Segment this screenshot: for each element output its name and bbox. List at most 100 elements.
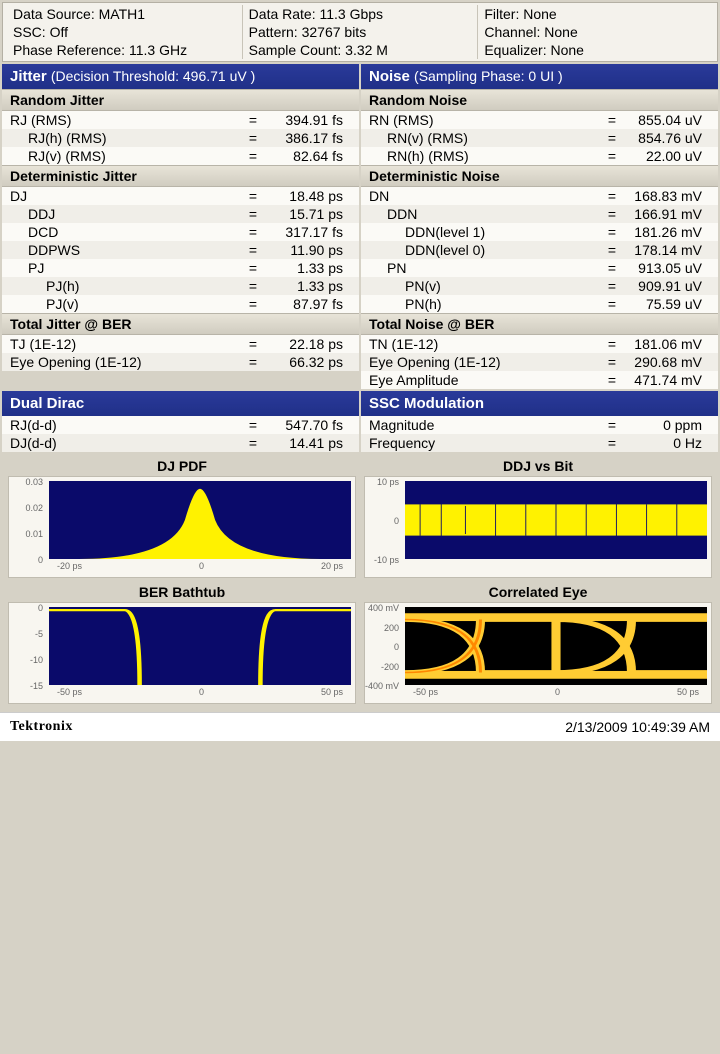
table-row: RN(h) (RMS)=22.00 uV [361,147,718,165]
label: Sample Count: [249,42,342,58]
value: None [544,24,577,40]
metric-label: PJ(h) [10,278,243,294]
metric-label: PN [369,260,602,276]
equals-sign: = [602,224,622,240]
equals-sign: = [243,224,263,240]
metric-value: 394.91 fs [263,112,351,128]
metric-label: Eye Amplitude [369,372,602,388]
metric-label: DDN(level 1) [369,224,602,240]
noise-header: Noise (Sampling Phase: 0 UI ) [361,64,718,89]
value: 3.32 M [345,42,388,58]
table-row: TJ (1E-12)=22.18 ps [2,335,359,353]
chart-title-djpdf: DJ PDF [8,456,356,476]
table-row: RJ(h) (RMS)=386.17 fs [2,129,359,147]
value: 11.3 GHz [129,42,187,58]
metric-value: 0 ppm [622,417,710,433]
table-row: PN=913.05 uV [361,259,718,277]
label: Pattern: [249,24,298,40]
value: 11.3 Gbps [320,6,384,22]
metric-label: Magnitude [369,417,602,433]
metric-label: RJ (RMS) [10,112,243,128]
equals-sign: = [602,336,622,352]
label: Equalizer: [484,42,546,58]
total-noise-header: Total Noise @ BER [361,313,718,335]
table-row: RN(v) (RMS)=854.76 uV [361,129,718,147]
jitter-header: Jitter (Decision Threshold: 496.71 uV ) [2,64,359,89]
equals-sign: = [602,354,622,370]
metric-value: 913.05 uV [622,260,710,276]
metric-label: DJ [10,188,243,204]
metric-value: 386.17 fs [263,130,351,146]
metric-value: 855.04 uV [622,112,710,128]
metric-label: RN (RMS) [369,112,602,128]
equals-sign: = [243,130,263,146]
equals-sign: = [602,112,622,128]
table-row: DDPWS=11.90 ps [2,241,359,259]
metric-value: 181.06 mV [622,336,710,352]
metric-label: DCD [10,224,243,240]
table-row: PN(h)=75.59 uV [361,295,718,313]
equals-sign: = [602,296,622,312]
table-row: Magnitude=0 ppm [361,416,718,434]
value: None [551,42,584,58]
table-row: DDJ=15.71 ps [2,205,359,223]
equals-sign: = [243,206,263,222]
metric-value: 11.90 ps [263,242,351,258]
metric-value: 317.17 fs [263,224,351,240]
chart-eye: 400 mV2000-200-400 mV -50 ps050 ps [364,602,712,704]
equals-sign: = [243,278,263,294]
metric-value: 82.64 fs [263,148,351,164]
metric-label: RN(h) (RMS) [369,148,602,164]
table-row: DJ=18.48 ps [2,187,359,205]
metric-label: RJ(h) (RMS) [10,130,243,146]
metric-value: 22.18 ps [263,336,351,352]
equals-sign: = [243,435,263,451]
metric-value: 290.68 mV [622,354,710,370]
metric-value: 15.71 ps [263,206,351,222]
metric-value: 181.26 mV [622,224,710,240]
metric-value: 75.59 uV [622,296,710,312]
metric-label: DJ(d-d) [10,435,243,451]
chart-title-bathtub: BER Bathtub [8,582,356,602]
deterministic-jitter-header: Deterministic Jitter [2,165,359,187]
label: Filter: [484,6,519,22]
equals-sign: = [602,188,622,204]
metric-value: 547.70 fs [263,417,351,433]
metric-label: PN(v) [369,278,602,294]
equals-sign: = [243,354,263,370]
table-row: Eye Opening (1E-12)=66.32 ps [2,353,359,371]
value: Off [50,24,68,40]
table-row: RJ(v) (RMS)=82.64 fs [2,147,359,165]
brand-logo: Tektronix [10,719,73,735]
table-row: RN (RMS)=855.04 uV [361,111,718,129]
metric-value: 22.00 uV [622,148,710,164]
table-row: Eye Opening (1E-12)=290.68 mV [361,353,718,371]
equals-sign: = [602,278,622,294]
equals-sign: = [602,206,622,222]
metric-value: 14.41 ps [263,435,351,451]
label: Data Source: [13,6,95,22]
label: Data Rate: [249,6,316,22]
metric-value: 909.91 uV [622,278,710,294]
table-row: DDN(level 0)=178.14 mV [361,241,718,259]
equals-sign: = [243,112,263,128]
metric-label: Frequency [369,435,602,451]
metric-label: Eye Opening (1E-12) [369,354,602,370]
table-row: DJ(d-d)=14.41 ps [2,434,359,452]
metric-label: PJ [10,260,243,276]
metric-label: PN(h) [369,296,602,312]
random-noise-header: Random Noise [361,89,718,111]
metric-value: 18.48 ps [263,188,351,204]
metric-label: PJ(v) [10,296,243,312]
chart-title-eye: Correlated Eye [364,582,712,602]
metric-label: TN (1E-12) [369,336,602,352]
info-panel: Data Source: MATH1 SSC: Off Phase Refere… [2,2,718,62]
dual-dirac-header: Dual Dirac [2,391,359,416]
metric-label: RJ(d-d) [10,417,243,433]
metric-label: DDN [369,206,602,222]
metric-value: 66.32 ps [263,354,351,370]
equals-sign: = [602,242,622,258]
total-jitter-header: Total Jitter @ BER [2,313,359,335]
chart-ddj: 10 ps0-10 ps [364,476,712,578]
metric-value: 0 Hz [622,435,710,451]
